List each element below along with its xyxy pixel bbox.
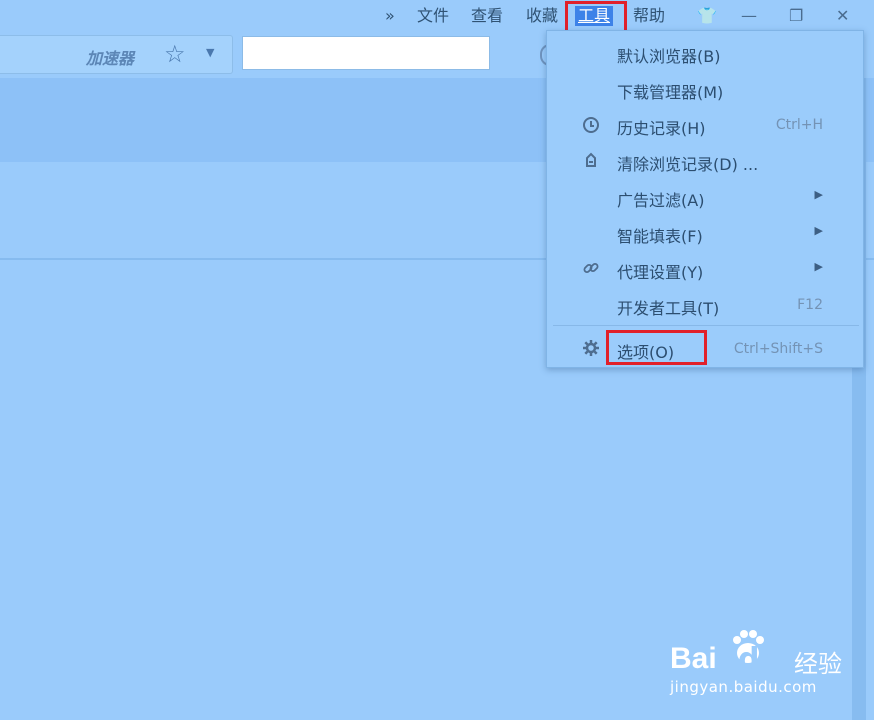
watermark-product: 经验 [794, 650, 842, 678]
menu-help[interactable]: 帮助 [633, 6, 665, 26]
search-input[interactable] [242, 36, 490, 70]
menu-item-ad-filter[interactable]: 广告过滤(A) ▶ [547, 179, 863, 215]
accelerator-button[interactable]: 加速器 [86, 45, 134, 69]
menu-item-shortcut: F12 [797, 297, 823, 313]
menu-item-download-manager[interactable]: 下载管理器(M) [547, 71, 863, 107]
menu-item-proxy-settings[interactable]: 代理设置(Y) ▶ [547, 251, 863, 287]
menu-overflow-button[interactable]: » [385, 6, 395, 26]
tools-dropdown-menu: 默认浏览器(B) 下载管理器(M) 历史记录(H) Ctrl+H 清除浏览记录(… [546, 30, 864, 368]
eraser-icon [581, 151, 601, 171]
menu-item-label: 开发者工具(T) [617, 299, 720, 318]
baidu-jingyan-watermark: Bai du 经验 jingyan.baidu.com [670, 622, 870, 702]
menu-item-developer-tools[interactable]: 开发者工具(T) F12 [547, 287, 863, 323]
tools-highlight-box [565, 1, 627, 33]
gear-icon [581, 339, 601, 359]
address-bar[interactable]: 加速器 ☆ ▼ [0, 35, 233, 74]
menu-separator [553, 325, 859, 326]
restore-icon[interactable]: ❐ [789, 7, 803, 25]
menu-item-history[interactable]: 历史记录(H) Ctrl+H [547, 107, 863, 143]
menu-item-label: 清除浏览记录(D) ... [617, 155, 759, 174]
menu-item-label: 默认浏览器(B) [617, 47, 721, 66]
favorite-star-icon[interactable]: ☆ [164, 40, 186, 68]
submenu-arrow-icon: ▶ [814, 260, 823, 273]
skin-icon[interactable]: 👕 [697, 7, 717, 25]
close-icon[interactable]: ✕ [836, 7, 849, 25]
menu-view[interactable]: 查看 [471, 6, 503, 26]
menu-item-default-browser[interactable]: 默认浏览器(B) [547, 35, 863, 71]
menu-item-label: 广告过滤(A) [617, 191, 705, 210]
menu-favorites[interactable]: 收藏 [526, 6, 558, 26]
submenu-arrow-icon: ▶ [814, 224, 823, 237]
title-bar: » 文件 查看 收藏 工具 帮助 👕 — ❐ ✕ [0, 0, 874, 33]
watermark-brand-left: Bai [670, 642, 717, 675]
clock-icon [581, 115, 601, 135]
favorite-dropdown-icon[interactable]: ▼ [206, 46, 214, 59]
menu-item-label: 历史记录(H) [617, 119, 706, 138]
menu-item-label: 智能填表(F) [617, 227, 703, 246]
menu-item-label: 下载管理器(M) [617, 83, 724, 102]
menu-item-autofill[interactable]: 智能填表(F) ▶ [547, 215, 863, 251]
menu-item-label: 代理设置(Y) [617, 263, 704, 282]
menu-file[interactable]: 文件 [417, 6, 449, 26]
watermark-url: jingyan.baidu.com [670, 678, 817, 696]
options-highlight-box [606, 330, 707, 365]
minimize-icon[interactable]: — [741, 7, 757, 25]
link-icon [581, 259, 601, 279]
watermark-brand-right: du [738, 642, 781, 677]
menu-item-shortcut: Ctrl+H [775, 117, 823, 133]
menu-item-clear-history[interactable]: 清除浏览记录(D) ... [547, 143, 863, 179]
menu-item-shortcut: Ctrl+Shift+S [733, 341, 823, 357]
submenu-arrow-icon: ▶ [814, 188, 823, 201]
